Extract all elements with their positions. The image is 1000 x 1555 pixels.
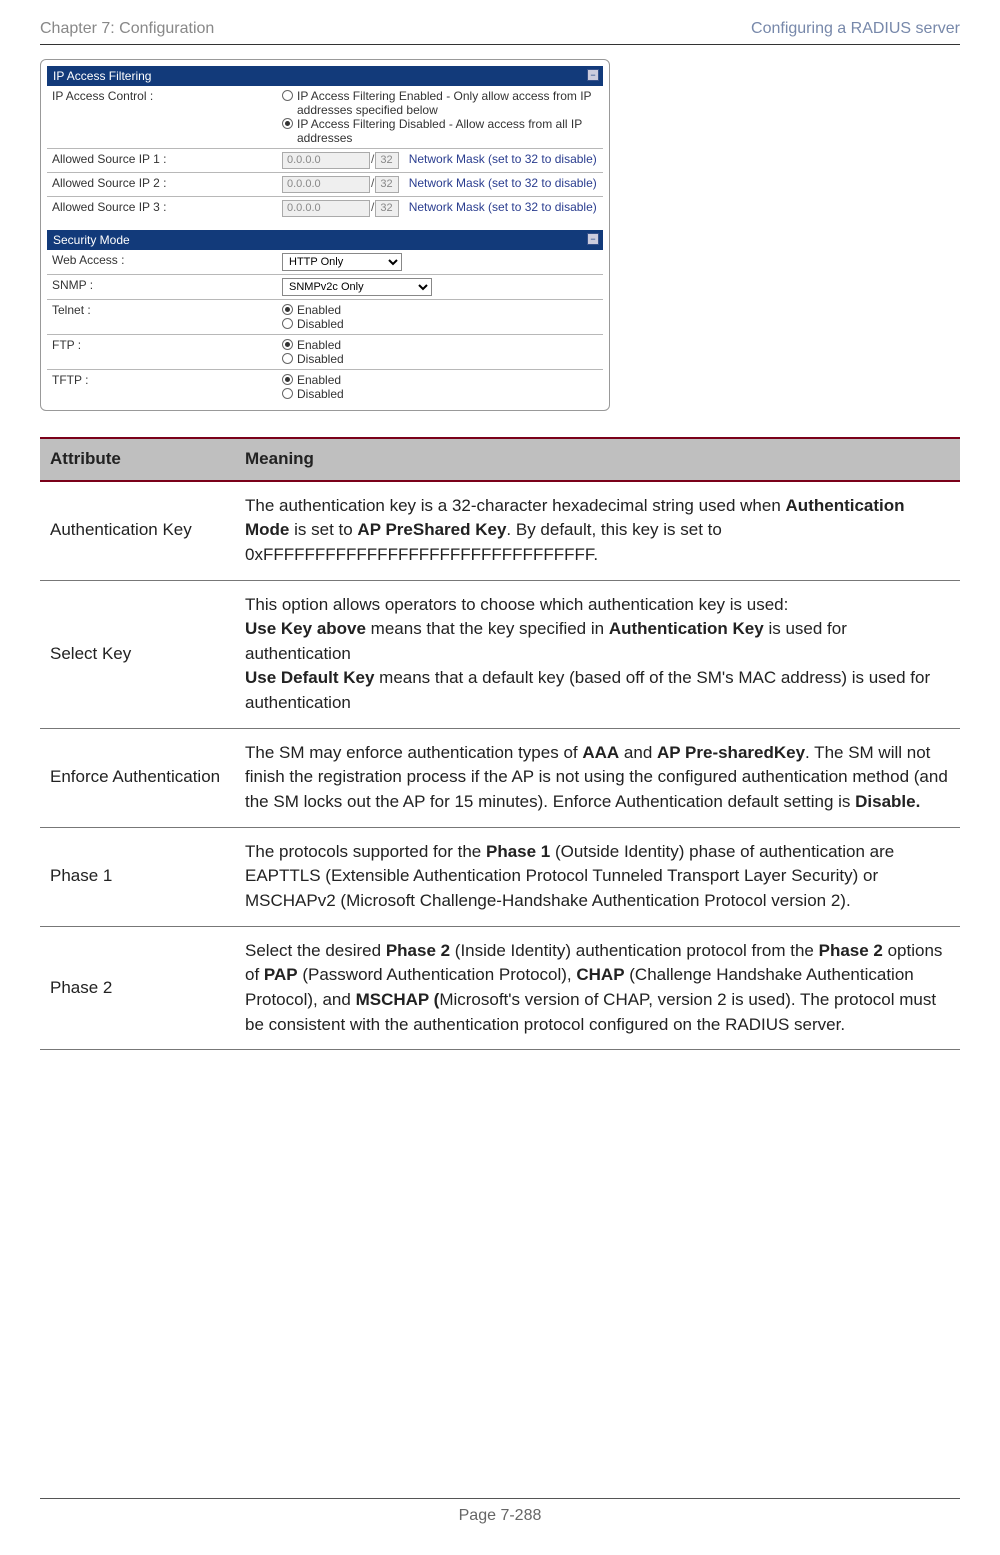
web-access-label: Web Access :	[47, 250, 277, 275]
config-screenshot: IP Access Filtering − IP Access Control …	[40, 59, 610, 411]
tftp-label: TFTP :	[47, 370, 277, 405]
col-meaning: Meaning	[235, 438, 960, 481]
header-left: Chapter 7: Configuration	[40, 20, 214, 38]
radio-icon	[282, 388, 293, 399]
minimize-icon[interactable]: −	[587, 233, 599, 245]
table-row: Phase 1 The protocols supported for the …	[40, 827, 960, 926]
radio-icon	[282, 90, 293, 101]
mask-note: Network Mask (set to 32 to disable)	[403, 200, 597, 214]
col-attribute: Attribute	[40, 438, 235, 481]
ftp-enabled-label: Enabled	[297, 338, 341, 352]
attr-enforce: Enforce Authentication	[40, 728, 235, 827]
allowed-ip3-label: Allowed Source IP 3 :	[47, 197, 277, 221]
header-right: Configuring a RADIUS server	[751, 20, 960, 38]
allowed-ip1-label: Allowed Source IP 1 :	[47, 149, 277, 173]
ip-panel-header: IP Access Filtering −	[47, 66, 603, 86]
table-row: Select Key This option allows operators …	[40, 580, 960, 728]
tftp-disabled-label: Disabled	[297, 387, 344, 401]
snmp-select[interactable]: SNMPv2c Only	[282, 278, 432, 296]
allowed-ip3-mask-input[interactable]: 32	[375, 200, 399, 217]
allowed-ip3-input[interactable]: 0.0.0.0	[282, 200, 370, 217]
allowed-ip2-label: Allowed Source IP 2 :	[47, 173, 277, 197]
allowed-ip2-mask-input[interactable]: 32	[375, 176, 399, 193]
header-rule	[40, 44, 960, 45]
table-row: Enforce Authentication The SM may enforc…	[40, 728, 960, 827]
telnet-label: Telnet :	[47, 300, 277, 335]
tftp-disabled-option[interactable]: Disabled	[282, 387, 598, 401]
snmp-label: SNMP :	[47, 275, 277, 300]
ip-filter-disabled-label: IP Access Filtering Disabled - Allow acc…	[297, 117, 598, 145]
telnet-disabled-option[interactable]: Disabled	[282, 317, 598, 331]
ip-panel-title: IP Access Filtering	[53, 69, 151, 83]
radio-icon	[282, 374, 293, 385]
table-row: Authentication Key The authentication ke…	[40, 481, 960, 580]
meaning-phase2: Select the desired Phase 2 (Inside Ident…	[235, 926, 960, 1050]
security-panel-header: Security Mode −	[47, 230, 603, 250]
allowed-ip1-input[interactable]: 0.0.0.0	[282, 152, 370, 169]
attr-authkey: Authentication Key	[40, 481, 235, 580]
mask-note: Network Mask (set to 32 to disable)	[403, 152, 597, 166]
allowed-ip2-input[interactable]: 0.0.0.0	[282, 176, 370, 193]
attr-selectkey: Select Key	[40, 580, 235, 728]
meaning-authkey: The authentication key is a 32-character…	[235, 481, 960, 580]
radio-icon	[282, 353, 293, 364]
meaning-enforce: The SM may enforce authentication types …	[235, 728, 960, 827]
ftp-label: FTP :	[47, 335, 277, 370]
ftp-enabled-option[interactable]: Enabled	[282, 338, 598, 352]
radio-icon	[282, 339, 293, 350]
tftp-enabled-label: Enabled	[297, 373, 341, 387]
radio-icon	[282, 304, 293, 315]
ftp-disabled-label: Disabled	[297, 352, 344, 366]
radio-icon	[282, 118, 293, 129]
ftp-disabled-option[interactable]: Disabled	[282, 352, 598, 366]
ip-access-control-label: IP Access Control :	[47, 86, 277, 149]
ip-filter-enabled-option[interactable]: IP Access Filtering Enabled - Only allow…	[282, 89, 598, 117]
radio-icon	[282, 318, 293, 329]
telnet-disabled-label: Disabled	[297, 317, 344, 331]
ip-filter-disabled-option[interactable]: IP Access Filtering Disabled - Allow acc…	[282, 117, 598, 145]
telnet-enabled-option[interactable]: Enabled	[282, 303, 598, 317]
mask-note: Network Mask (set to 32 to disable)	[403, 176, 597, 190]
tftp-enabled-option[interactable]: Enabled	[282, 373, 598, 387]
page-footer: Page 7-288	[40, 1498, 960, 1525]
meaning-phase1: The protocols supported for the Phase 1 …	[235, 827, 960, 926]
table-row: Phase 2 Select the desired Phase 2 (Insi…	[40, 926, 960, 1050]
security-panel-title: Security Mode	[53, 233, 130, 247]
ip-filter-enabled-label: IP Access Filtering Enabled - Only allow…	[297, 89, 598, 117]
minimize-icon[interactable]: −	[587, 69, 599, 81]
web-access-select[interactable]: HTTP Only	[282, 253, 402, 271]
telnet-enabled-label: Enabled	[297, 303, 341, 317]
meaning-selectkey: This option allows operators to choose w…	[235, 580, 960, 728]
attr-phase1: Phase 1	[40, 827, 235, 926]
allowed-ip1-mask-input[interactable]: 32	[375, 152, 399, 169]
attribute-table: Attribute Meaning Authentication Key The…	[40, 437, 960, 1050]
page-number: Page 7-288	[459, 1507, 542, 1524]
attr-phase2: Phase 2	[40, 926, 235, 1050]
